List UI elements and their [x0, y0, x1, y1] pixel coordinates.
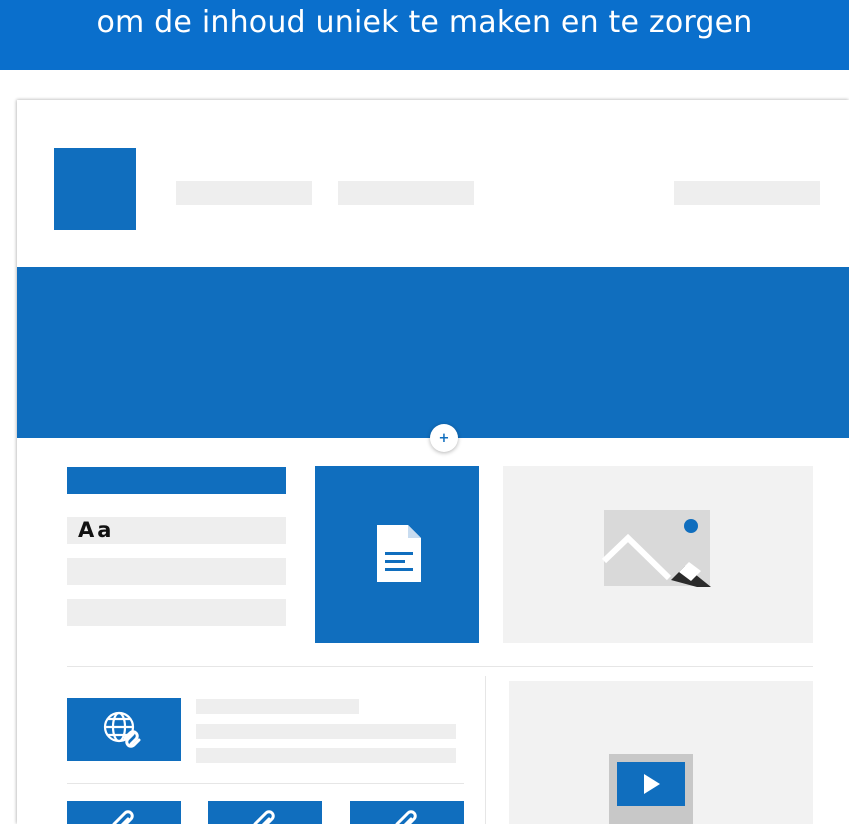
text-line-placeholder-2 — [67, 558, 286, 585]
text-sample-label: Aa — [78, 518, 115, 542]
nav-link-placeholder-2[interactable] — [338, 181, 474, 205]
column-divider — [485, 676, 486, 824]
link-icon — [253, 810, 275, 824]
image-web-part-tile[interactable] — [503, 466, 813, 643]
caption-text: om de inhoud uniek te maken en te zorgen — [96, 5, 753, 40]
text-line-placeholder-1: Aa — [67, 517, 286, 544]
add-section-button[interactable]: + — [430, 424, 458, 452]
plus-icon: + — [438, 430, 450, 446]
document-web-part-tile[interactable] — [315, 466, 479, 643]
text-line-placeholder-3 — [67, 599, 286, 626]
quick-link-tile[interactable] — [67, 801, 181, 824]
section-divider — [67, 666, 813, 667]
video-play-icon — [609, 754, 693, 824]
image-icon — [601, 510, 711, 587]
link-title-placeholder — [196, 699, 359, 714]
hero-banner — [17, 267, 849, 438]
site-logo-placeholder — [54, 148, 136, 230]
link-icon — [395, 810, 417, 824]
globe-link-icon — [103, 711, 141, 748]
video-web-part-tile[interactable] — [509, 681, 813, 824]
link-divider — [67, 783, 464, 784]
link-web-part-tile[interactable] — [67, 698, 181, 761]
nav-link-placeholder-3[interactable] — [674, 181, 820, 205]
quick-link-tile[interactable] — [350, 801, 464, 824]
text-heading-placeholder — [67, 467, 286, 494]
document-icon — [377, 525, 421, 582]
quick-link-tile[interactable] — [208, 801, 322, 824]
link-description-placeholder-2 — [196, 748, 456, 763]
caption-band: om de inhoud uniek te maken en te zorgen — [0, 0, 849, 70]
link-description-placeholder-1 — [196, 724, 456, 739]
nav-link-placeholder-1[interactable] — [176, 181, 312, 205]
link-icon — [112, 810, 134, 824]
